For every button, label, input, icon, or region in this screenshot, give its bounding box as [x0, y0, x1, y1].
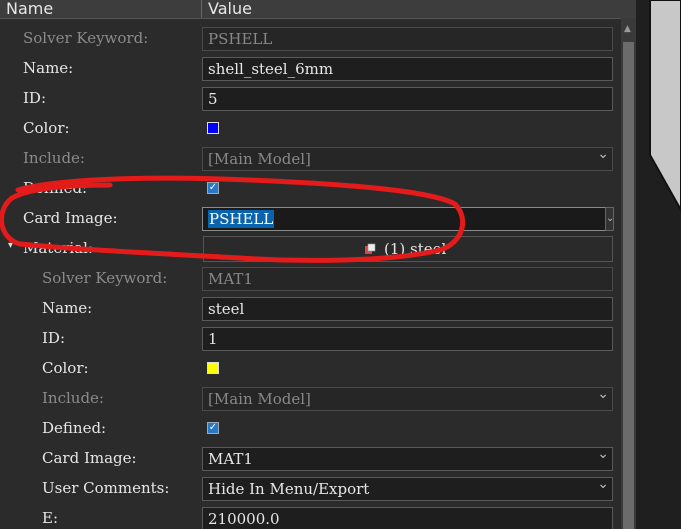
- card-image-field[interactable]: PSHELL: [202, 207, 606, 231]
- label-material: Material:: [23, 239, 93, 257]
- label-name: Name:: [23, 59, 74, 77]
- mat-label-card-image: Card Image:: [42, 449, 137, 467]
- mat-include-dropdown[interactable]: [Main Model]: [202, 386, 613, 411]
- name-field[interactable]: shell_steel_6mm: [202, 57, 613, 81]
- mat-defined-checkbox[interactable]: ✓: [207, 422, 219, 434]
- id-field[interactable]: 5: [202, 87, 613, 111]
- property-table: Name Value Solver Keyword: PSHELL Name: …: [0, 0, 636, 529]
- mat-row-card-image: Card Image: MAT1: [0, 444, 621, 474]
- mat-label-solver-keyword: Solver Keyword:: [42, 269, 168, 287]
- row-color: Color:: [0, 114, 621, 144]
- label-include: Include:: [23, 149, 85, 167]
- mat-label-defined: Defined:: [42, 419, 107, 437]
- scroll-up-icon[interactable]: ▲: [624, 24, 631, 34]
- material-value: (1) steel: [384, 240, 447, 258]
- mat-card-image-dropdown[interactable]: MAT1: [202, 446, 613, 471]
- mat-user-comments-dropdown[interactable]: Hide In Menu/Export: [202, 476, 613, 501]
- mat-row-id: ID: 1: [0, 324, 621, 354]
- color-swatch[interactable]: [207, 122, 219, 134]
- mat-label-name: Name:: [42, 299, 93, 317]
- mat-solver-keyword-field: MAT1: [202, 267, 613, 291]
- label-defined: Defined:: [23, 179, 88, 197]
- mat-row-name: Name: steel: [0, 294, 621, 324]
- scrollbar-thumb[interactable]: [623, 42, 634, 529]
- mat-row-e: E: 210000.0: [0, 504, 621, 529]
- mat-label-id: ID:: [42, 329, 66, 347]
- mat-name-field[interactable]: steel: [202, 297, 613, 321]
- model-geometry: [636, 0, 681, 529]
- mat-e-field[interactable]: 210000.0: [202, 507, 613, 529]
- label-id: ID:: [23, 89, 47, 107]
- row-include: Include: [Main Model]: [0, 144, 621, 174]
- mat-row-defined: Defined: ✓: [0, 414, 621, 444]
- row-id: ID: 5: [0, 84, 621, 114]
- defined-checkbox[interactable]: ✓: [207, 182, 219, 194]
- mat-color-swatch[interactable]: [207, 362, 219, 374]
- include-dropdown[interactable]: [Main Model]: [202, 146, 613, 171]
- mat-row-user-comments: User Comments: Hide In Menu/Export: [0, 474, 621, 504]
- row-card-image: Card Image: PSHELL ⌄: [0, 204, 621, 234]
- mat-row-include: Include: [Main Model]: [0, 384, 621, 414]
- name-column-header[interactable]: Name: [6, 0, 53, 18]
- row-material: ▾ Material: (1) steel: [0, 234, 621, 264]
- material-cube-icon: [365, 243, 376, 254]
- label-color: Color:: [23, 119, 70, 137]
- card-image-dropdown-button[interactable]: ⌄: [605, 207, 614, 231]
- graphics-viewport[interactable]: [636, 0, 681, 529]
- label-card-image: Card Image:: [23, 209, 118, 227]
- vertical-scrollbar[interactable]: ▲: [621, 18, 636, 529]
- mat-label-include: Include:: [42, 389, 104, 407]
- mat-id-field[interactable]: 1: [202, 327, 613, 351]
- label-solver-keyword: Solver Keyword:: [23, 29, 149, 47]
- mat-label-e: E:: [42, 509, 59, 527]
- solver-keyword-field: PSHELL: [202, 27, 613, 51]
- row-defined: Defined: ✓: [0, 174, 621, 204]
- material-field[interactable]: (1) steel: [203, 236, 613, 262]
- value-column-header[interactable]: Value: [208, 0, 252, 18]
- row-solver-keyword: Solver Keyword: PSHELL: [0, 24, 621, 54]
- mat-label-user-comments: User Comments:: [42, 479, 170, 497]
- mat-row-color: Color:: [0, 354, 621, 384]
- collapse-arrow-icon[interactable]: ▾: [8, 240, 13, 251]
- row-name: Name: shell_steel_6mm: [0, 54, 621, 84]
- column-separator[interactable]: [201, 0, 202, 18]
- table-header: Name Value: [0, 0, 636, 19]
- mat-row-solver-keyword: Solver Keyword: MAT1: [0, 264, 621, 294]
- card-image-selected-text: PSHELL: [208, 210, 275, 228]
- mat-label-color: Color:: [42, 359, 89, 377]
